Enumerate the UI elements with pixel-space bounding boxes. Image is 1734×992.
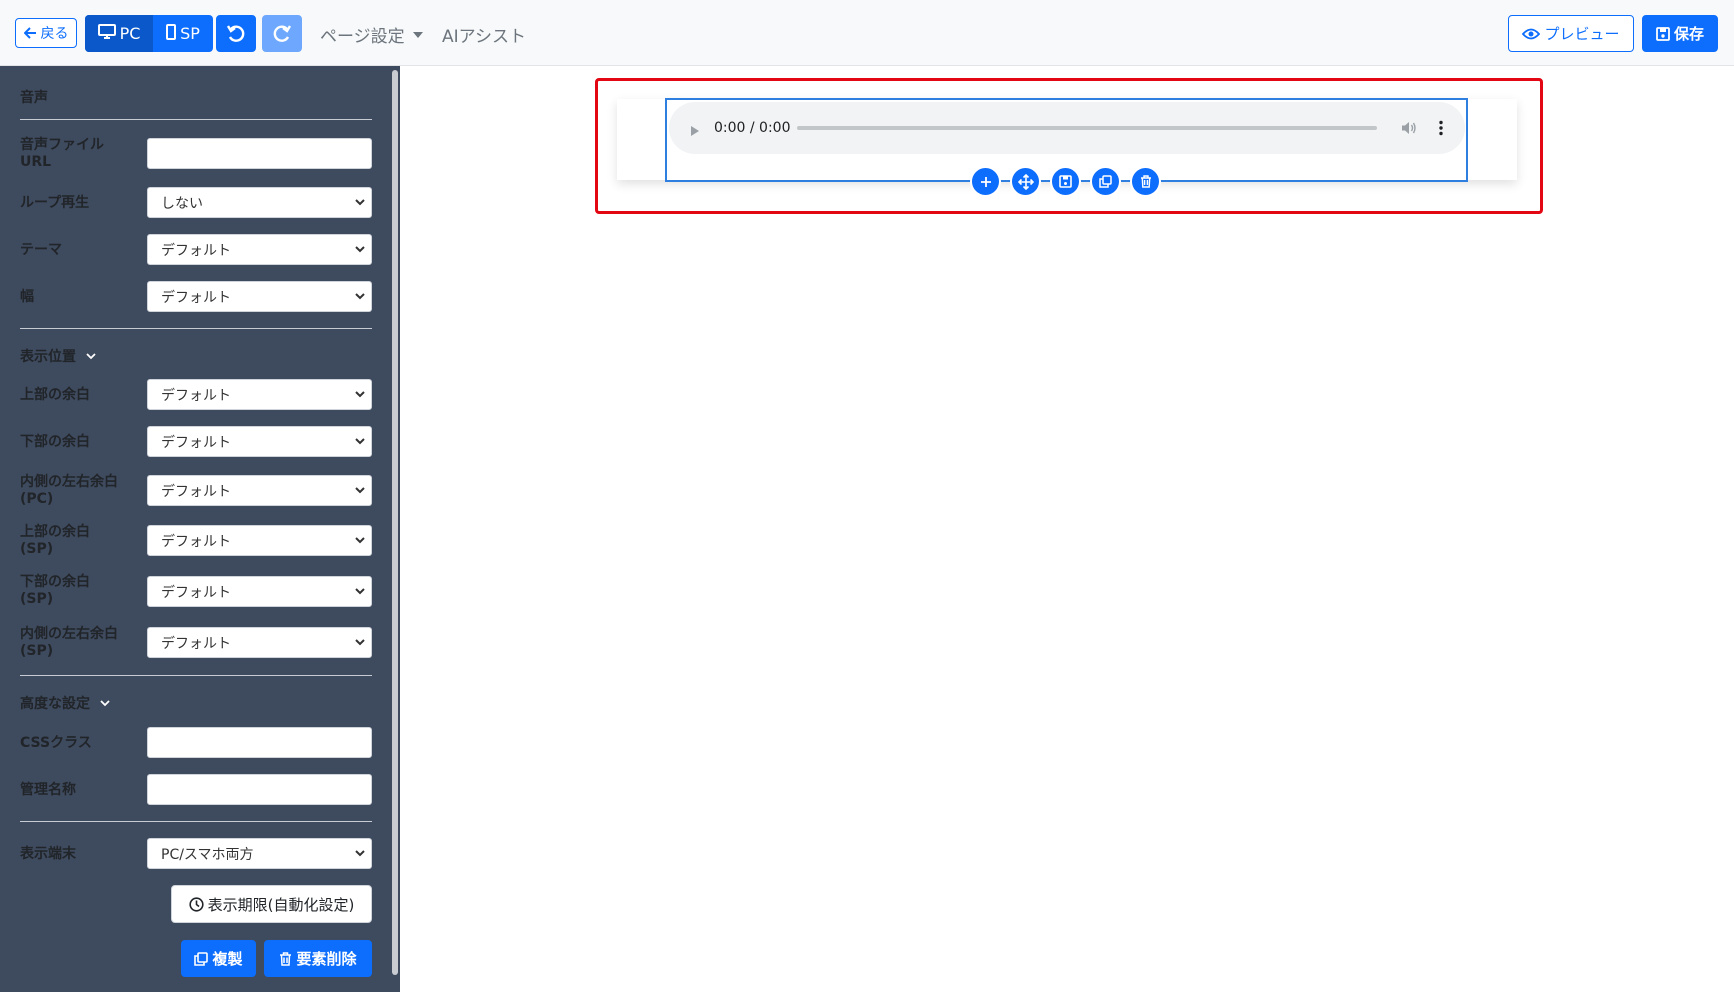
audio-url-input[interactable]: [147, 138, 372, 169]
width-select-value: デフォルト: [161, 289, 231, 306]
chevron-down-icon: [86, 353, 96, 360]
copy-icon: [194, 951, 209, 966]
divider: [20, 821, 372, 822]
position-section-toggle[interactable]: 表示位置: [20, 346, 96, 366]
sp-view-button[interactable]: SP: [153, 15, 213, 52]
margin-bottom-sp-label: 下部の余白(SP): [20, 574, 90, 607]
margin-top-sp-label: 上部の余白(SP): [20, 524, 90, 557]
save-label: 保存: [1673, 25, 1704, 43]
theme-label: テーマ: [20, 242, 62, 258]
margin-top-sp-select-value: デフォルト: [161, 533, 231, 550]
ai-assist-label: AIアシスト: [442, 27, 526, 47]
undo-button[interactable]: [216, 15, 256, 52]
chevron-down-icon: [355, 537, 365, 544]
margin-top-sp-select[interactable]: デフォルト: [147, 525, 372, 556]
margin-bottom-select-value: デフォルト: [161, 434, 231, 451]
schedule-button[interactable]: 表示期限(自動化設定): [171, 885, 372, 923]
admin-name-input[interactable]: [147, 774, 372, 805]
chevron-down-icon: [355, 588, 365, 595]
caret-down-icon: [412, 31, 423, 38]
margin-bottom-select[interactable]: デフォルト: [147, 426, 372, 457]
chevron-down-icon: [355, 438, 365, 445]
chevron-down-icon: [355, 639, 365, 646]
chevron-down-icon: [355, 391, 365, 398]
top-toolbar: 戻る PC SP ページ設定 AIアシスト プレビュー 保存: [0, 0, 1734, 66]
css-class-label: CSSクラス: [20, 735, 92, 751]
loop-select-value: しない: [161, 195, 203, 212]
redo-button[interactable]: [262, 15, 302, 52]
trash-icon: [279, 951, 292, 966]
page-settings-menu[interactable]: ページ設定: [320, 22, 423, 47]
mobile-icon: [166, 23, 177, 44]
audio-url-label: 音声ファイルURL: [20, 137, 104, 170]
device-label: 表示端末: [20, 846, 76, 862]
padding-sp-select-value: デフォルト: [161, 635, 231, 652]
theme-select[interactable]: デフォルト: [147, 234, 372, 265]
chevron-down-icon: [355, 850, 365, 857]
back-label: 戻る: [40, 26, 69, 42]
ai-assist-menu[interactable]: AIアシスト: [442, 22, 526, 47]
padding-sp-label: 内側の左右余白(SP): [20, 626, 118, 659]
sidebar-scrollbar-thumb[interactable]: [392, 70, 398, 975]
theme-select-value: デフォルト: [161, 242, 231, 259]
width-select[interactable]: デフォルト: [147, 281, 372, 312]
margin-bottom-sp-select-value: デフォルト: [161, 584, 231, 601]
chevron-down-icon: [355, 246, 365, 253]
chevron-down-icon: [355, 293, 365, 300]
save-button[interactable]: 保存: [1642, 15, 1718, 52]
margin-bottom-sp-select[interactable]: デフォルト: [147, 576, 372, 607]
divider: [20, 675, 372, 676]
margin-top-label: 上部の余白: [20, 387, 90, 403]
floppy-disk-icon: [1656, 26, 1670, 41]
padding-pc-select[interactable]: デフォルト: [147, 475, 372, 506]
device-select-value: PC/スマホ両方: [161, 846, 254, 863]
advanced-section-label: 高度な設定: [20, 696, 90, 712]
width-label: 幅: [20, 289, 34, 305]
padding-pc-select-value: デフォルト: [161, 483, 231, 500]
pc-view-button[interactable]: PC: [85, 15, 153, 52]
margin-top-select[interactable]: デフォルト: [147, 379, 372, 410]
advanced-section-toggle[interactable]: 高度な設定: [20, 693, 110, 713]
loop-select[interactable]: しない: [147, 187, 372, 218]
panel-title: 音声: [20, 90, 48, 106]
eye-icon: [1522, 27, 1541, 41]
selection-highlight-box: [595, 78, 1543, 214]
admin-name-label: 管理名称: [20, 782, 76, 798]
loop-label: ループ再生: [20, 195, 90, 211]
delete-element-button[interactable]: 要素削除: [264, 940, 372, 977]
page-settings-label: ページ設定: [320, 27, 405, 47]
clock-icon: [189, 896, 204, 912]
margin-top-select-value: デフォルト: [161, 387, 231, 404]
duplicate-button-label: 複製: [212, 950, 243, 968]
padding-sp-select[interactable]: デフォルト: [147, 627, 372, 658]
schedule-button-label: 表示期限(自動化設定): [207, 895, 355, 914]
margin-bottom-label: 下部の余白: [20, 434, 90, 450]
arrow-left-icon: [23, 27, 37, 39]
desktop-icon: [97, 24, 116, 43]
padding-pc-label: 内側の左右余白(PC): [20, 474, 118, 507]
undo-icon: [226, 24, 246, 44]
device-select[interactable]: PC/スマホ両方: [147, 838, 372, 869]
divider: [20, 328, 372, 329]
divider: [20, 119, 372, 120]
position-section-label: 表示位置: [20, 349, 76, 365]
duplicate-button[interactable]: 複製: [181, 940, 256, 977]
sp-label: SP: [180, 24, 200, 43]
css-class-input[interactable]: [147, 727, 372, 758]
device-toggle: PC SP: [85, 15, 213, 52]
pc-label: PC: [119, 24, 141, 43]
chevron-down-icon: [355, 199, 365, 206]
delete-element-button-label: 要素削除: [296, 950, 357, 968]
redo-icon: [272, 24, 292, 44]
chevron-down-icon: [100, 700, 110, 707]
chevron-down-icon: [355, 487, 365, 494]
back-button[interactable]: 戻る: [15, 18, 77, 48]
preview-label: プレビュー: [1544, 25, 1620, 43]
preview-button[interactable]: プレビュー: [1508, 15, 1634, 52]
